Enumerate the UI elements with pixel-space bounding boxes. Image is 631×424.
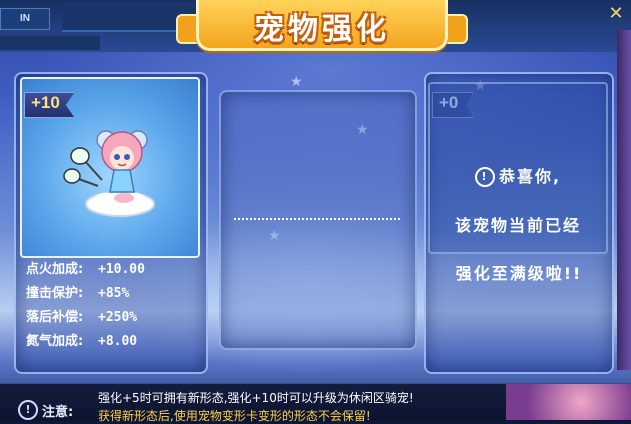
stat-value: +85% bbox=[98, 286, 130, 301]
message-text: 恭喜你, bbox=[498, 167, 562, 186]
max-level-message-line3: 强化至满级啦!! bbox=[455, 264, 583, 283]
stat-nitro: 氮气加成: +8.00 bbox=[26, 330, 202, 354]
star-icon: ★ bbox=[290, 74, 303, 90]
stat-value: +10.00 bbox=[98, 262, 145, 277]
material-slot-panel[interactable] bbox=[219, 90, 417, 350]
pet-stats: 点火加成: +10.00 撞击保护: +85% 落后补偿: +250% 氮气加成: +8… bbox=[26, 258, 202, 354]
character-art bbox=[506, 384, 631, 420]
note-line-1: 强化+5时可拥有新形态,强化+10时可以升级为休闲区骑宠! bbox=[98, 391, 414, 405]
login-tab[interactable]: IN bbox=[0, 8, 50, 30]
game-window: IN 宠物强化 ✕ ★ ★ ★ ★ +10 点火加成: +10.00 撞击保护:… bbox=[0, 0, 631, 423]
close-button[interactable]: ✕ bbox=[606, 4, 626, 24]
stat-catchup: 落后补偿: +250% bbox=[26, 306, 202, 330]
pet-avatar-icon bbox=[63, 130, 155, 217]
stat-ignition: 点火加成: +10.00 bbox=[26, 258, 202, 282]
window-title: 宠物强化 bbox=[254, 12, 390, 47]
top-decor-bar bbox=[0, 36, 100, 50]
note-line-2: 获得新形态后,使用宠物变形卡变形的形态不会保留! bbox=[98, 409, 371, 423]
stat-name: 氮气加成: bbox=[26, 334, 84, 349]
info-circle-icon: ! bbox=[474, 167, 495, 187]
stat-collision-protection: 撞击保护: +85% bbox=[26, 282, 202, 306]
dotted-divider bbox=[234, 218, 400, 220]
stat-name: 点火加成: bbox=[26, 262, 84, 277]
note-label: 注意: bbox=[42, 405, 74, 420]
max-level-message-line2: 该宠物当前已经 bbox=[454, 216, 581, 235]
stat-name: 落后补偿: bbox=[26, 310, 84, 325]
right-edge-decor bbox=[617, 30, 631, 370]
title-banner: 宠物强化 bbox=[196, 0, 448, 51]
stat-value: +250% bbox=[98, 310, 138, 325]
stat-value: +8.00 bbox=[98, 334, 138, 349]
info-circle-icon: ! bbox=[18, 400, 38, 420]
stat-name: 撞击保护: bbox=[26, 286, 84, 301]
max-level-message-line1: ! 恭喜你, bbox=[436, 163, 600, 187]
